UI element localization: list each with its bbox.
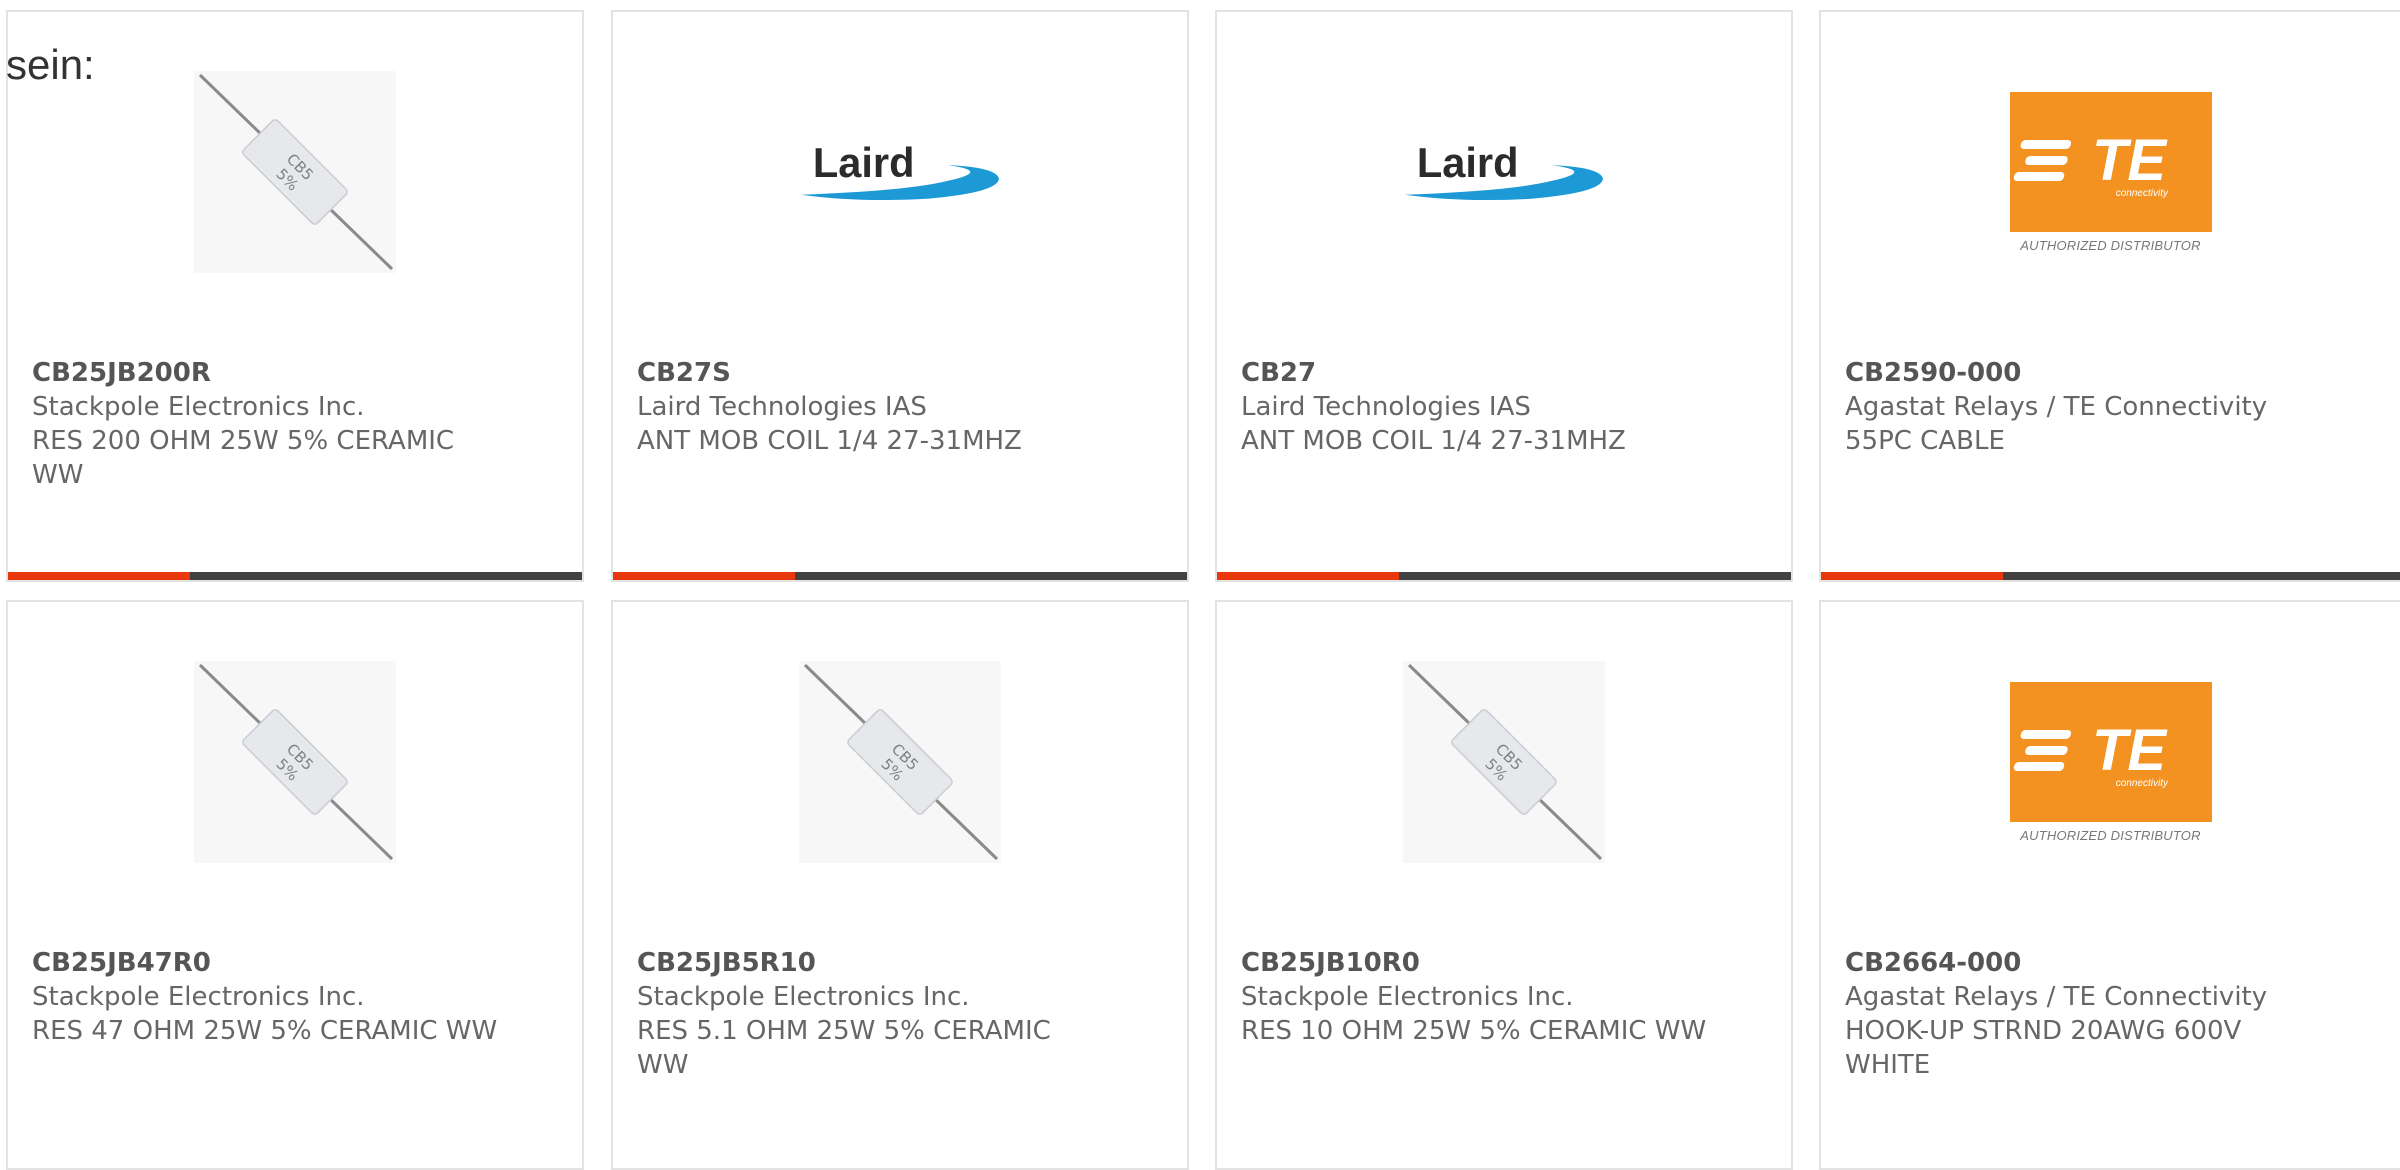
description: ANT MOB COIL 1/4 27-31MHZ <box>637 426 1022 456</box>
product-image[interactable]: CB5 5% <box>8 602 582 922</box>
part-number[interactable]: CB25JB10R0 <box>1241 946 1711 980</box>
svg-text:Laird: Laird <box>1417 139 1519 186</box>
product-image[interactable]: CB5 5% <box>1217 602 1791 922</box>
part-number[interactable]: CB25JB200R <box>32 356 502 390</box>
card-accent-bar <box>1821 572 2003 580</box>
product-image[interactable]: Laird <box>613 12 1187 332</box>
description: HOOK-UP STRND 20AWG 600V WHITE <box>1845 1016 2242 1080</box>
product-card[interactable]: Laird CB27S Laird Technologies IAS ANT M… <box>611 10 1189 582</box>
product-card[interactable]: TE connectivity AUTHORIZED DISTRIBUTOR CB2… <box>1819 600 2400 1170</box>
manufacturer: Agastat Relays / TE Connectivity <box>1845 392 2268 422</box>
description: RES 5.1 OHM 25W 5% CERAMIC WW <box>637 1016 1051 1080</box>
product-card[interactable]: CB5 5% CB25JB5R10 Stackpole Electronics I… <box>611 600 1189 1170</box>
description: RES 10 OHM 25W 5% CERAMIC WW <box>1241 1016 1707 1046</box>
manufacturer: Stackpole Electronics Inc. <box>32 392 365 422</box>
svg-text:connectivity: connectivity <box>2115 778 2168 789</box>
resistor-image: CB55% <box>194 71 396 273</box>
product-card[interactable]: CB5 5% CB25JB47R0 Stackpole Electronics I… <box>6 600 584 1170</box>
product-card[interactable]: CB5 5% CB25JB200R Stackpole Electronics I… <box>6 10 584 582</box>
part-number[interactable]: CB27 <box>1241 356 1711 390</box>
product-image[interactable]: TE connectivity AUTHORIZED DISTRIBUTOR <box>1821 12 2400 332</box>
card-accent-bar <box>613 572 795 580</box>
part-number[interactable]: CB2590-000 <box>1845 356 2315 390</box>
description: RES 47 OHM 25W 5% CERAMIC WW <box>32 1016 498 1046</box>
description: 55PC CABLE <box>1845 426 2005 456</box>
svg-text:TE: TE <box>2092 128 2168 193</box>
manufacturer: Agastat Relays / TE Connectivity <box>1845 982 2268 1012</box>
resistor-image: CB55% <box>1403 661 1605 863</box>
card-accent-bar <box>8 572 190 580</box>
product-card[interactable]: Laird CB27 Laird Technologies IAS ANT MO… <box>1215 10 1793 582</box>
resistor-image: CB55% <box>194 661 396 863</box>
part-number[interactable]: CB2664-000 <box>1845 946 2315 980</box>
laird-logo: Laird <box>1404 139 1604 201</box>
description: ANT MOB COIL 1/4 27-31MHZ <box>1241 426 1626 456</box>
product-card[interactable]: CB5 5% CB25JB10R0 Stackpole Electronics I… <box>1215 600 1793 1170</box>
manufacturer: Stackpole Electronics Inc. <box>1241 982 1574 1012</box>
manufacturer: Stackpole Electronics Inc. <box>32 982 365 1012</box>
part-number[interactable]: CB25JB5R10 <box>637 946 1107 980</box>
manufacturer: Laird Technologies IAS <box>1241 392 1531 422</box>
part-number[interactable]: CB25JB47R0 <box>32 946 502 980</box>
card-accent-bar <box>1217 572 1399 580</box>
svg-text:TE: TE <box>2092 718 2168 783</box>
card-bottom-bar <box>8 572 582 580</box>
te-connectivity-logo: TE connectivity AUTHORIZED DISTRIBUTOR <box>2009 91 2212 253</box>
part-number[interactable]: CB27S <box>637 356 1107 390</box>
product-card[interactable]: TE connectivity AUTHORIZED DISTRIBUTOR CB2… <box>1819 10 2400 582</box>
resistor-image: CB55% <box>799 661 1001 863</box>
product-image[interactable]: Laird <box>1217 12 1791 332</box>
card-bottom-bar <box>1821 572 2400 580</box>
description: RES 200 OHM 25W 5% CERAMIC WW <box>32 426 455 490</box>
product-image[interactable]: CB5 5% <box>613 602 1187 922</box>
card-bottom-bar <box>613 572 1187 580</box>
product-image[interactable]: TE connectivity AUTHORIZED DISTRIBUTOR <box>1821 602 2400 922</box>
laird-logo: Laird <box>800 139 1000 201</box>
te-connectivity-logo: TE connectivity AUTHORIZED DISTRIBUTOR <box>2009 681 2212 843</box>
svg-text:connectivity: connectivity <box>2115 188 2168 199</box>
manufacturer: Laird Technologies IAS <box>637 392 927 422</box>
intro-text: sein: <box>6 41 95 88</box>
manufacturer: Stackpole Electronics Inc. <box>637 982 970 1012</box>
svg-text:Laird: Laird <box>813 139 915 186</box>
card-bottom-bar <box>1217 572 1791 580</box>
